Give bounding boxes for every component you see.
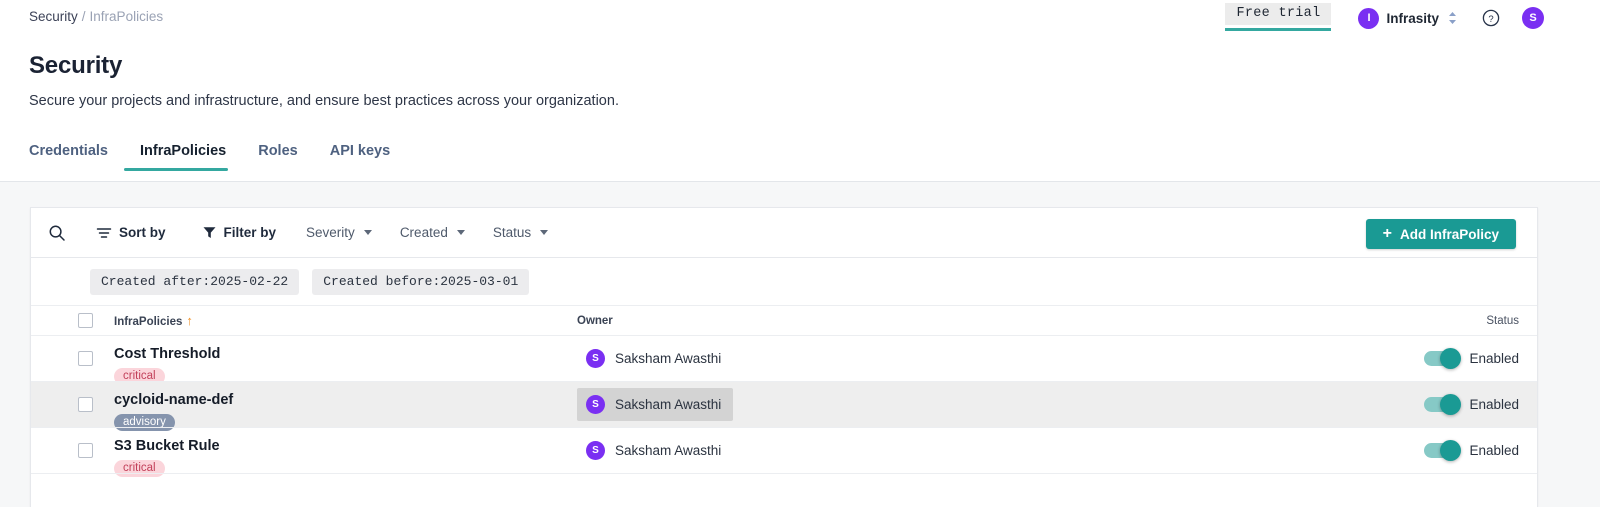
sort-by-button[interactable]: Sort by: [96, 225, 166, 241]
chevron-down-icon: [364, 230, 372, 235]
created-filter-label: Created: [400, 225, 448, 240]
row-status-cell: Enabled: [1392, 397, 1537, 412]
owner-chip[interactable]: S Saksham Awasthi: [577, 388, 733, 421]
tab-bar: Credentials InfraPolicies Roles API keys: [0, 143, 1600, 181]
column-header-status: Status: [1392, 315, 1537, 327]
row-status-cell: Enabled: [1392, 351, 1537, 366]
add-infrapolicy-label: Add InfraPolicy: [1400, 227, 1499, 242]
status-filter-label: Status: [493, 225, 531, 240]
row-checkbox[interactable]: [78, 443, 93, 458]
owner-avatar: S: [586, 441, 605, 460]
sort-icon: [96, 225, 112, 241]
table-row[interactable]: cycloid-name-def advisory S Saksham Awas…: [31, 381, 1537, 427]
org-name: Infrasity: [1386, 11, 1439, 26]
row-checkbox[interactable]: [78, 351, 93, 366]
row-owner-cell: S Saksham Awasthi: [577, 434, 1392, 467]
severity-filter-label: Severity: [306, 225, 355, 240]
add-infrapolicy-button[interactable]: + Add InfraPolicy: [1366, 219, 1516, 249]
owner-name: Saksham Awasthi: [615, 397, 721, 412]
column-header-name-label: InfraPolicies: [114, 316, 182, 328]
filter-by-label: Filter by: [224, 225, 277, 240]
chevron-up-down-icon: [1447, 10, 1458, 26]
question-circle-icon[interactable]: ?: [1482, 9, 1500, 27]
table-toolbar: Sort by Filter by Severity Created Statu…: [31, 208, 1537, 258]
row-owner-cell: S Saksham Awasthi: [577, 388, 1392, 421]
policy-name[interactable]: cycloid-name-def: [114, 392, 233, 408]
column-header-name[interactable]: InfraPolicies ↑: [114, 313, 577, 328]
tab-infrapolicies[interactable]: InfraPolicies: [124, 143, 242, 171]
org-switcher[interactable]: I Infrasity: [1358, 8, 1458, 29]
tab-roles[interactable]: Roles: [242, 143, 314, 171]
policy-name[interactable]: S3 Bucket Rule: [114, 438, 220, 454]
tab-api-keys[interactable]: API keys: [314, 143, 406, 171]
owner-chip[interactable]: S Saksham Awasthi: [577, 342, 733, 375]
toggle-knob: [1440, 394, 1461, 415]
breadcrumb-separator: /: [82, 9, 86, 24]
top-bar-actions: Free trial I Infrasity ? S: [1225, 0, 1544, 36]
page-subtitle: Secure your projects and infrastructure,…: [29, 93, 619, 109]
sort-ascending-icon: ↑: [186, 313, 193, 328]
select-all-checkbox-cell: [31, 313, 114, 328]
column-header-owner[interactable]: Owner: [577, 315, 1392, 327]
status-toggle[interactable]: [1424, 351, 1460, 366]
row-status-cell: Enabled: [1392, 443, 1537, 458]
created-filter-select[interactable]: Created: [400, 225, 465, 240]
owner-avatar: S: [586, 395, 605, 414]
search-icon: [48, 224, 66, 242]
breadcrumb-root[interactable]: Security: [29, 9, 78, 24]
status-toggle[interactable]: [1424, 443, 1460, 458]
status-label: Enabled: [1469, 397, 1519, 412]
severity-filter-select[interactable]: Severity: [306, 225, 372, 240]
table-row[interactable]: [31, 473, 1537, 487]
page-title: Security: [29, 52, 122, 80]
row-checkbox-cell: [31, 397, 114, 412]
chevron-down-icon: [540, 230, 548, 235]
toggle-knob: [1440, 440, 1461, 461]
select-all-checkbox[interactable]: [78, 313, 93, 328]
org-avatar: I: [1358, 8, 1379, 29]
status-label: Enabled: [1469, 443, 1519, 458]
breadcrumb-current[interactable]: InfraPolicies: [90, 9, 164, 24]
free-trial-label: Free trial: [1225, 3, 1331, 25]
toggle-knob: [1440, 348, 1461, 369]
table-header-row: InfraPolicies ↑ Owner Status: [31, 306, 1537, 335]
free-trial-underline: [1225, 28, 1331, 31]
breadcrumb: Security / InfraPolicies: [29, 9, 163, 24]
tab-credentials[interactable]: Credentials: [29, 143, 124, 171]
infrapolicies-card: Sort by Filter by Severity Created Statu…: [30, 207, 1538, 507]
avatar[interactable]: S: [1522, 7, 1544, 29]
row-checkbox-cell: [31, 351, 114, 366]
funnel-icon: [202, 225, 217, 240]
svg-text:?: ?: [1488, 14, 1493, 25]
policy-name[interactable]: Cost Threshold: [114, 346, 220, 362]
filter-chip-created-before[interactable]: Created before:2025-03-01: [312, 269, 529, 295]
status-toggle[interactable]: [1424, 397, 1460, 412]
status-filter-select[interactable]: Status: [493, 225, 548, 240]
plus-icon: +: [1383, 226, 1392, 242]
top-bar: Security / InfraPolicies Free trial I Infr…: [0, 0, 1600, 36]
active-filter-chips: Created after:2025-02-22 Created before:…: [31, 258, 1537, 306]
sort-by-label: Sort by: [119, 225, 166, 240]
table-row[interactable]: Cost Threshold critical S Saksham Awasth…: [31, 335, 1537, 381]
owner-name: Saksham Awasthi: [615, 351, 721, 366]
owner-chip[interactable]: S Saksham Awasthi: [577, 434, 733, 467]
row-owner-cell: S Saksham Awasthi: [577, 342, 1392, 375]
filter-chip-created-after[interactable]: Created after:2025-02-22: [90, 269, 299, 295]
owner-name: Saksham Awasthi: [615, 443, 721, 458]
filter-by-button[interactable]: Filter by: [202, 225, 277, 240]
row-checkbox-cell: [31, 443, 114, 458]
row-checkbox[interactable]: [78, 397, 93, 412]
search-button[interactable]: [48, 224, 66, 242]
free-trial-badge[interactable]: Free trial: [1225, 3, 1331, 31]
table-row[interactable]: S3 Bucket Rule critical S Saksham Awasth…: [31, 427, 1537, 473]
status-label: Enabled: [1469, 351, 1519, 366]
owner-avatar: S: [586, 349, 605, 368]
chevron-down-icon: [457, 230, 465, 235]
